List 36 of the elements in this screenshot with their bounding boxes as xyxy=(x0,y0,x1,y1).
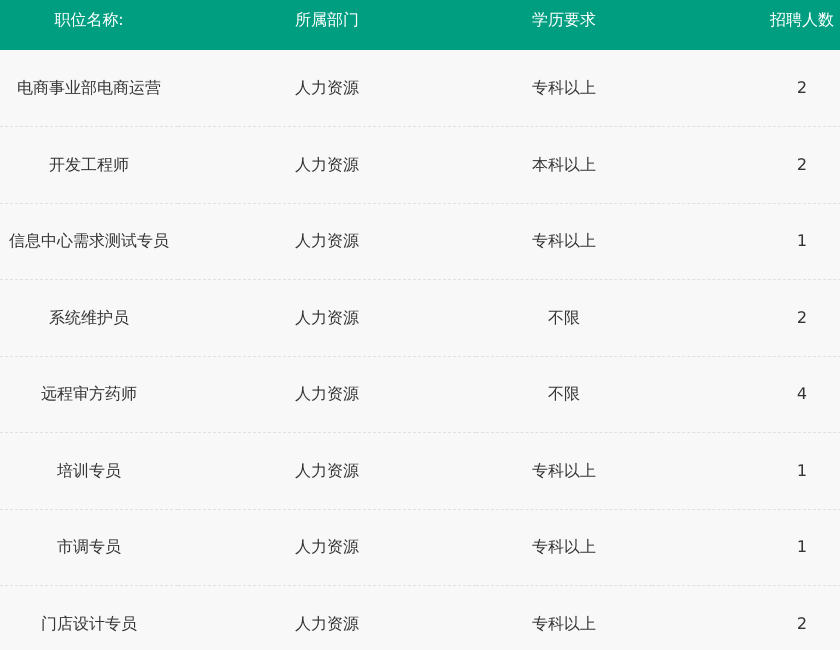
table-cell: 2 xyxy=(796,154,808,174)
table-cell: 开发工程师 xyxy=(49,154,129,174)
table-cell: 信息中心需求测试专员 xyxy=(9,231,169,250)
column-header: 招聘人数 xyxy=(770,10,834,29)
column-header: 所属部门 xyxy=(295,10,359,29)
table-cell: 电商事业部电商运营 xyxy=(17,78,161,97)
table-cell: 2 xyxy=(796,308,808,327)
table-cell: 人力资源 xyxy=(295,384,359,404)
column-header: 职位名称: xyxy=(54,10,124,29)
table-cell: 1 xyxy=(796,460,808,480)
table-cell: 2 xyxy=(796,78,808,97)
table-cell: 市调专员 xyxy=(57,537,121,556)
table-cell: 人力资源 xyxy=(295,537,359,556)
table-cell: 人力资源 xyxy=(295,154,359,174)
table-cell: 人力资源 xyxy=(295,78,359,97)
column-header: 学历要求 xyxy=(532,10,596,29)
table-cell: 1 xyxy=(796,537,808,556)
table-cell: 远程审方药师 xyxy=(41,384,137,404)
table-cell: 1 xyxy=(796,231,808,250)
table-cell: 专科以上 xyxy=(532,78,596,97)
table-cell: 系统维护员 xyxy=(49,308,129,327)
table-cell: 专科以上 xyxy=(532,460,596,480)
table-cell: 不限 xyxy=(548,308,580,327)
table-cell: 专科以上 xyxy=(532,537,596,556)
table-cell: 人力资源 xyxy=(295,231,359,250)
table-cell: 本科以上 xyxy=(532,154,596,174)
table-cell: 4 xyxy=(796,384,808,404)
table-cell: 人力资源 xyxy=(295,614,359,633)
table-cell: 专科以上 xyxy=(532,614,596,633)
table-cell: 不限 xyxy=(548,384,580,404)
table-cell: 培训专员 xyxy=(57,460,121,480)
table-cell: 人力资源 xyxy=(295,308,359,327)
table-cell: 专科以上 xyxy=(532,231,596,250)
table-cell: 人力资源 xyxy=(295,460,359,480)
table-cell: 2 xyxy=(796,614,808,633)
table-cell: 门店设计专员 xyxy=(41,614,137,633)
